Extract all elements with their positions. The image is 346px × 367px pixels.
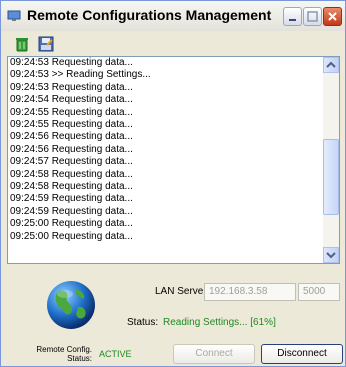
close-button[interactable]: [323, 7, 342, 26]
remote-config-label-line1: Remote Config.: [36, 345, 92, 354]
log-line: 09:24:59 Requesting data...: [10, 205, 133, 217]
chevron-up-icon: [326, 61, 336, 68]
log-line: 09:24:56 Requesting data...: [10, 131, 133, 143]
window-title: Remote Configurations Management: [27, 7, 272, 23]
remote-config-label: Remote Config.: [32, 345, 92, 354]
log-line: 09:24:55 Requesting data...: [10, 106, 133, 118]
scroll-thumb[interactable]: [323, 139, 339, 215]
minimize-icon: [289, 19, 296, 21]
log-line: 09:24:56 Requesting data...: [10, 143, 133, 155]
toolbar: [1, 32, 345, 56]
log-line: 09:24:57 Requesting data...: [10, 156, 133, 168]
maximize-button[interactable]: [303, 7, 322, 26]
log-line: 09:24:58 Requesting data...: [10, 181, 133, 193]
lan-server-label: LAN Server:: [155, 286, 210, 297]
title-bar[interactable]: Remote Configurations Management: [1, 1, 345, 31]
main-window: Remote Configurations Management 09:24:5…: [0, 0, 346, 367]
connect-button[interactable]: Connect: [173, 344, 255, 364]
log-line: 09:24:53 Requesting data...: [10, 81, 133, 93]
remote-config-label-2: Status:: [32, 354, 92, 363]
log-line: 09:24:59 Requesting data...: [10, 193, 133, 205]
save-icon[interactable]: [38, 36, 54, 52]
log-line: 09:24:58 Requesting data...: [10, 168, 133, 180]
scroll-down-button[interactable]: [323, 247, 339, 263]
close-icon: [328, 12, 337, 21]
maximize-icon: [307, 11, 318, 22]
scroll-up-button[interactable]: [323, 57, 339, 73]
lan-server-ip-field[interactable]: 192.168.3.58: [204, 283, 296, 301]
minimize-button[interactable]: [283, 7, 302, 26]
log-lines: 09:24:53 Requesting data... 09:24:53 >> R…: [10, 57, 320, 243]
status-label: Status:: [127, 317, 159, 328]
status-value: Reading Settings... [61%]: [163, 317, 276, 328]
log-line: 09:25:00 Requesting data...: [10, 218, 133, 230]
log-line: 09:25:00 Requesting data...: [10, 230, 133, 242]
log-line: 09:24:55 Requesting data...: [10, 119, 133, 131]
remote-config-label-line2: Status:: [67, 354, 92, 363]
log-line: 09:24:54 Requesting data...: [10, 94, 133, 106]
log-textarea[interactable]: 09:24:53 Requesting data... 09:24:53 >> R…: [7, 56, 340, 264]
lan-server-port-field[interactable]: 5000: [298, 283, 340, 301]
remote-config-status-value: ACTIVE: [99, 349, 132, 359]
app-monitor-icon: [7, 9, 21, 21]
disconnect-button[interactable]: Disconnect: [261, 344, 343, 364]
log-line: 09:24:53 >> Reading Settings...: [10, 69, 151, 81]
globe-icon: [45, 279, 97, 331]
log-line: 09:24:53 Requesting data...: [10, 57, 133, 68]
log-scrollbar[interactable]: [323, 57, 339, 263]
chevron-down-icon: [326, 252, 336, 259]
trash-icon[interactable]: [14, 36, 30, 52]
